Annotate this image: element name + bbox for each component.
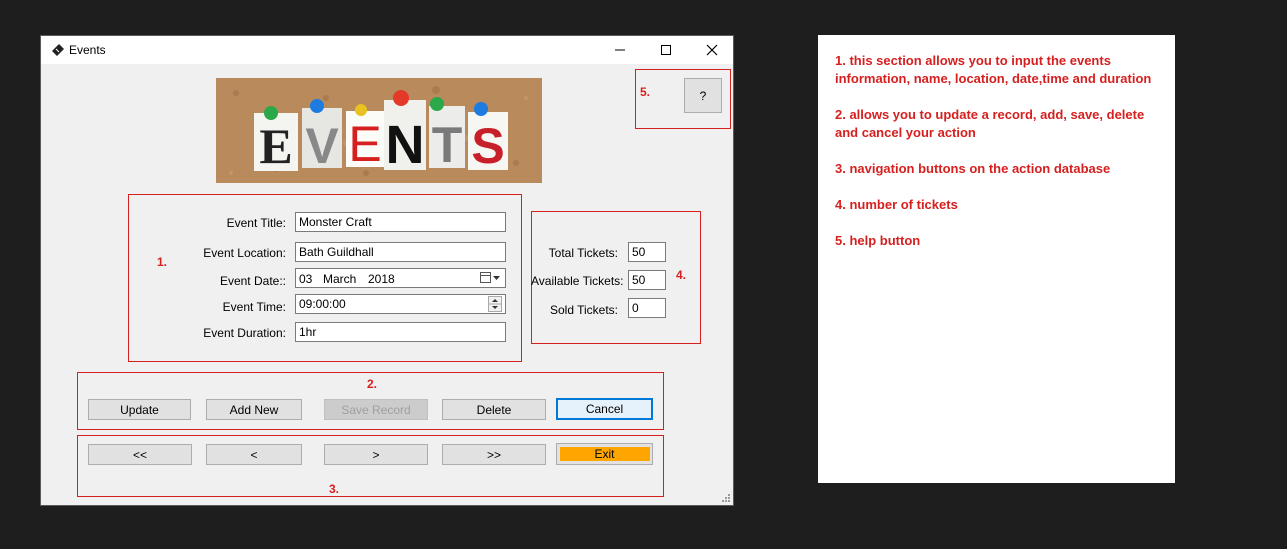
window-title: Events [69, 43, 106, 57]
cancel-button[interactable]: Cancel [556, 398, 653, 420]
title-bar: Events [41, 36, 733, 64]
section-number-5: 5. [640, 85, 651, 99]
banner-letter: T [432, 117, 463, 173]
update-button[interactable]: Update [88, 399, 191, 420]
total-tickets-label: Total Tickets: [548, 246, 618, 260]
event-time-input[interactable]: 09:00:00 [295, 294, 506, 314]
resize-grip-icon[interactable] [721, 493, 731, 503]
exit-button-label: Exit [559, 447, 650, 461]
date-month: March [323, 272, 357, 286]
first-record-button[interactable]: << [88, 444, 192, 465]
time-spinner-icon[interactable] [488, 296, 502, 312]
note-2: 2. allows you to update a record, add, s… [835, 107, 1145, 140]
next-record-button[interactable]: > [324, 444, 428, 465]
calendar-dropdown-icon[interactable] [480, 272, 502, 284]
section-number-2: 2. [367, 377, 378, 391]
event-title-input[interactable]: Monster Craft [295, 212, 506, 232]
event-duration-input[interactable]: 1hr [295, 322, 506, 342]
sold-tickets-label: Sold Tickets: [549, 303, 618, 317]
event-date-picker[interactable]: 03 March 2018 [295, 268, 506, 288]
exit-button[interactable]: Exit [556, 443, 653, 465]
section-number-3: 3. [329, 482, 340, 496]
event-date-label: Event Date:: [219, 274, 286, 288]
events-banner-image: E V E N T S [216, 78, 542, 183]
available-tickets-input[interactable]: 50 [628, 270, 666, 290]
banner-letter: V [305, 118, 339, 174]
banner-letter: S [471, 118, 504, 174]
available-tickets-label: Available Tickets: [531, 274, 624, 288]
banner-letter: E [259, 118, 292, 174]
events-window: Events E V E N T S 5. ? 1. Event Title: … [40, 35, 734, 506]
event-time-value: 09:00:00 [299, 297, 346, 311]
previous-record-button[interactable]: < [206, 444, 302, 465]
note-3: 3. navigation buttons on the action data… [835, 161, 1111, 176]
last-record-button[interactable]: >> [442, 444, 546, 465]
total-tickets-input[interactable]: 50 [628, 242, 666, 262]
add-new-button[interactable]: Add New [206, 399, 302, 420]
note-1: 1. this section allows you to input the … [835, 53, 1152, 86]
event-duration-label: Event Duration: [203, 326, 286, 340]
section-number-4: 4. [676, 268, 687, 282]
notes-panel: 1. this section allows you to input the … [818, 35, 1175, 483]
banner-letter: E [348, 116, 381, 172]
maximize-icon [661, 45, 671, 55]
event-time-label: Event Time: [222, 300, 286, 314]
date-day: 03 [299, 272, 313, 286]
minimize-button[interactable] [597, 36, 643, 64]
note-4: 4. number of tickets [835, 197, 958, 212]
date-year: 2018 [368, 272, 395, 286]
event-location-label: Event Location: [203, 246, 286, 260]
sold-tickets-input[interactable]: 0 [628, 298, 666, 318]
close-icon [706, 44, 718, 56]
banner-letter: N [386, 115, 425, 175]
event-location-input[interactable]: Bath Guildhall [295, 242, 506, 262]
save-record-button[interactable]: Save Record [324, 399, 428, 420]
delete-button[interactable]: Delete [442, 399, 546, 420]
close-button[interactable] [689, 36, 735, 64]
minimize-icon [615, 49, 625, 51]
event-title-label: Event Title: [226, 216, 286, 230]
help-button[interactable]: ? [684, 78, 722, 113]
section-number-1: 1. [157, 255, 168, 269]
maximize-button[interactable] [643, 36, 689, 64]
ticket-icon [52, 44, 64, 56]
note-5: 5. help button [835, 233, 921, 248]
